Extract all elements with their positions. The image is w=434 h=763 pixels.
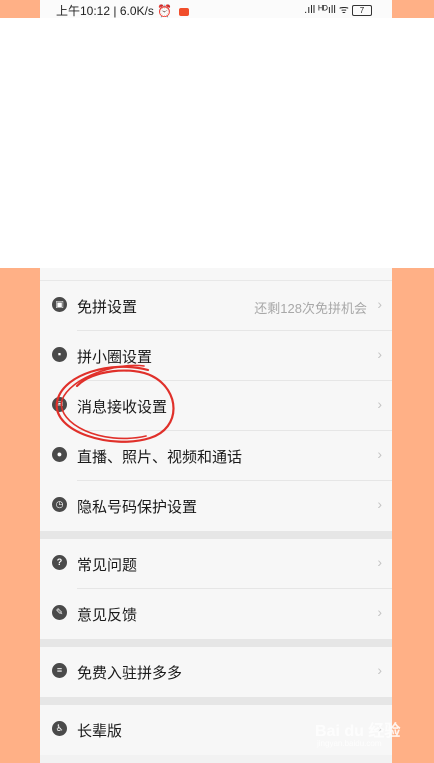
row-label: 意见反馈 [77,607,138,624]
row-label: 隐私号码保护设置 [77,499,198,516]
question-icon: ? [52,555,67,570]
signal-icon: .ıll ᴴᴰıll [304,4,336,16]
free-group-icon: ▣ [52,297,67,312]
row-label: 常见问题 [77,557,138,574]
privacy-icon: ◷ [52,497,67,512]
settings-panel: ▣ 免拼设置 还剩128次免拼机会 › ▪ 拼小圈设置 › ✉ 消息接收设置 ›… [40,268,392,763]
recording-icon [178,7,189,16]
lock-icon: ▪ [52,347,67,362]
settings-row-privacy[interactable]: ◷ 隐私号码保护设置 › [40,481,392,531]
baidu-watermark: Bai du 经验 jingyan.baidu.com [315,715,415,753]
settings-row-media[interactable]: ● 直播、照片、视频和通话 › [40,431,392,481]
chevron-right-icon: › [377,554,382,570]
settings-row-pin-circle[interactable]: ▪ 拼小圈设置 › [40,331,392,381]
camera-icon: ● [52,447,67,462]
chevron-right-icon: › [377,446,382,462]
settings-row-faq[interactable]: ? 常见问题 › [40,539,392,589]
chevron-right-icon: › [377,396,382,412]
row-label: 长辈版 [77,723,123,740]
row-label: 拼小圈设置 [77,349,153,366]
right-margin [392,268,434,763]
status-bar: 上午10:12 | 6.0K/s ⏰ .ıll ᴴᴰıll ᯤ 7 [40,0,392,18]
message-icon: ✉ [52,397,67,412]
chevron-right-icon: › [377,496,382,512]
left-top-margin [0,0,40,18]
section-gap [40,639,392,647]
section-gap [40,531,392,539]
store-icon: ≡ [52,663,67,678]
wifi-icon: ᯤ [338,4,349,16]
right-top-margin [392,0,434,18]
panel-top-strip [40,268,392,281]
status-icons: .ıll ᴴᴰıll ᯤ 7 [304,2,372,17]
settings-row-merchant[interactable]: ≡ 免费入驻拼多多 › [40,647,392,697]
watermark-logo-text: Bai du 经验 [315,723,401,740]
watermark-url: jingyan.baidu.com [317,739,382,748]
battery-icon: 7 [352,4,372,16]
settings-row-message[interactable]: ✉ 消息接收设置 › [40,381,392,431]
feedback-icon: ✎ [52,605,67,620]
network-speed: 6.0K/s [119,4,154,18]
chevron-right-icon: › [377,296,382,312]
row-label: 免费入驻拼多多 [77,665,183,682]
chevron-right-icon: › [377,346,382,362]
row-label: 直播、照片、视频和通话 [77,449,243,466]
row-label: 消息接收设置 [77,399,168,416]
section-gap [40,697,392,705]
alarm-icon: ⏰ [157,4,173,18]
left-margin [0,268,40,763]
status-time: 上午10:12 [56,4,111,18]
row-label: 免拼设置 [77,299,138,316]
status-time-group: 上午10:12 | 6.0K/s ⏰ [56,2,189,19]
settings-row-feedback[interactable]: ✎ 意见反馈 › [40,589,392,639]
chevron-right-icon: › [377,662,382,678]
free-group-remaining: 还剩128次免拼机会 [254,301,367,316]
settings-row-free-group[interactable]: ▣ 免拼设置 还剩128次免拼机会 › [40,281,392,331]
chevron-right-icon: › [377,604,382,620]
elder-icon: ♿ [52,721,67,736]
